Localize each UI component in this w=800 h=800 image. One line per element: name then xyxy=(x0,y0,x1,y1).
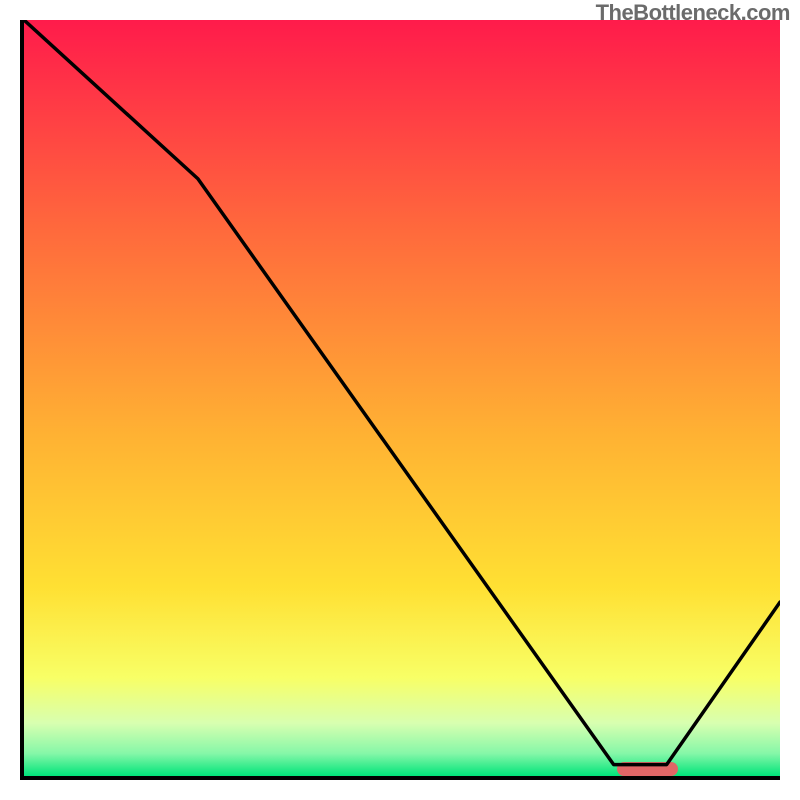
plot-area xyxy=(20,20,780,780)
chart-container: TheBottleneck.com xyxy=(0,0,800,800)
curve-line xyxy=(24,20,780,776)
